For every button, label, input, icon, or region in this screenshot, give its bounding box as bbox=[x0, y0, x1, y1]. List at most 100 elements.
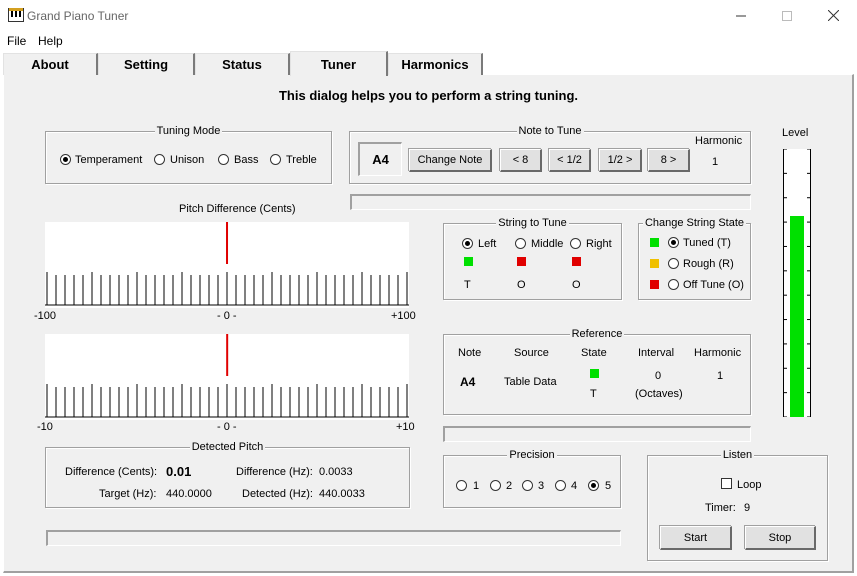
tab-status[interactable]: Status bbox=[195, 53, 290, 75]
timer-value: 9 bbox=[744, 502, 751, 514]
reference-label: Reference bbox=[569, 328, 625, 340]
tab-tuner[interactable]: Tuner bbox=[290, 51, 388, 76]
fine-pitch-meter bbox=[45, 334, 409, 420]
radio-bass[interactable] bbox=[218, 154, 229, 165]
detected-hz-label: Detected (Hz): bbox=[242, 488, 313, 500]
tab-harmonics[interactable]: Harmonics bbox=[388, 53, 483, 75]
rough-color-indicator bbox=[650, 259, 659, 268]
radio-precision-4[interactable] bbox=[555, 480, 566, 491]
note-progress-bar bbox=[350, 194, 751, 210]
reference-harmonic-value: 1 bbox=[717, 370, 724, 382]
radio-left-string[interactable] bbox=[462, 238, 473, 249]
radio-precision-3[interactable] bbox=[522, 480, 533, 491]
middle-string-state: O bbox=[517, 279, 526, 291]
precision-2-label: 2 bbox=[506, 480, 513, 492]
timer-label: Timer: bbox=[705, 502, 736, 514]
reference-note-value: A4 bbox=[460, 375, 476, 389]
menu-bar bbox=[0, 31, 857, 51]
precision-5-label: 5 bbox=[605, 480, 612, 492]
radio-tuned[interactable] bbox=[668, 237, 679, 248]
minimize-button[interactable] bbox=[718, 0, 764, 31]
middle-string-status-indicator bbox=[517, 257, 526, 266]
change-string-state-label: Change String State bbox=[642, 217, 747, 229]
piano-icon bbox=[8, 8, 24, 22]
fine-min-label: -10 bbox=[37, 421, 53, 433]
loop-checkbox[interactable] bbox=[721, 478, 732, 489]
tuning-mode-group: Tuning Mode Temperament Unison Bass Treb… bbox=[45, 125, 332, 184]
difference-hz-value: 0.0033 bbox=[319, 466, 353, 478]
difference-hz-label: Difference (Hz): bbox=[236, 466, 313, 478]
radio-precision-1[interactable] bbox=[456, 480, 467, 491]
change-note-button[interactable]: Change Note bbox=[409, 149, 492, 172]
radio-treble[interactable] bbox=[270, 154, 281, 165]
dialog-heading: This dialog helps you to perform a strin… bbox=[278, 88, 578, 103]
fine-mid-label: - 0 - bbox=[217, 421, 237, 433]
reference-source-value: Table Data bbox=[504, 376, 557, 388]
tuning-mode-label: Tuning Mode bbox=[154, 125, 223, 137]
temperament-label: Temperament bbox=[75, 154, 143, 166]
tab-about[interactable]: About bbox=[3, 53, 98, 75]
radio-rough[interactable] bbox=[668, 258, 679, 269]
reference-note-header: Note bbox=[458, 347, 482, 359]
precision-group: Precision 1 2 3 4 5 bbox=[443, 449, 621, 508]
string-to-tune-group: String to Tune Left Middle Right T O O bbox=[443, 217, 622, 300]
unison-label: Unison bbox=[170, 154, 205, 166]
treble-label: Treble bbox=[286, 154, 317, 166]
note-to-tune-group: Note to Tune A4 Change Note < 8 < 1/2 1/… bbox=[349, 125, 751, 184]
fine-max-label: +10 bbox=[396, 421, 415, 433]
rough-label: Rough (R) bbox=[683, 258, 734, 270]
radio-unison[interactable] bbox=[154, 154, 165, 165]
window-title: Grand Piano Tuner bbox=[27, 9, 129, 23]
maximize-icon bbox=[782, 10, 792, 21]
reference-group: Reference Note Source State Interval Har… bbox=[443, 328, 751, 415]
difference-cents-label: Difference (Cents): bbox=[65, 466, 158, 478]
tab-setting[interactable]: Setting bbox=[98, 53, 195, 75]
close-button[interactable] bbox=[810, 0, 856, 31]
detected-hz-value: 440.0033 bbox=[319, 488, 365, 500]
precision-1-label: 1 bbox=[473, 480, 480, 492]
reference-source-header: Source bbox=[514, 347, 549, 359]
radio-middle-string[interactable] bbox=[515, 238, 526, 249]
coarse-min-label: -100 bbox=[34, 310, 57, 322]
coarse-max-label: +100 bbox=[391, 310, 416, 322]
radio-off-tune[interactable] bbox=[668, 279, 679, 290]
close-icon bbox=[827, 10, 839, 21]
middle-string-label: Middle bbox=[531, 238, 564, 250]
status-progress-bar bbox=[46, 530, 621, 546]
current-note-display: A4 bbox=[358, 142, 402, 176]
string-to-tune-label: String to Tune bbox=[496, 217, 569, 229]
left-string-label: Left bbox=[478, 238, 497, 250]
precision-3-label: 3 bbox=[538, 480, 545, 492]
next-octave-button[interactable]: 8 > bbox=[648, 149, 690, 172]
precision-label: Precision bbox=[507, 449, 557, 461]
prev-octave-button[interactable]: < 8 bbox=[500, 149, 542, 172]
start-button[interactable]: Start bbox=[660, 526, 732, 550]
maximize-button[interactable] bbox=[764, 0, 810, 31]
reference-interval-value: 0 bbox=[655, 370, 662, 382]
radio-precision-5[interactable] bbox=[588, 480, 599, 491]
menu-file[interactable]: File bbox=[7, 34, 26, 48]
radio-right-string[interactable] bbox=[570, 238, 581, 249]
right-string-status-indicator bbox=[572, 257, 581, 266]
bass-label: Bass bbox=[234, 154, 259, 166]
prev-half-button[interactable]: < 1/2 bbox=[549, 149, 591, 172]
detected-pitch-label: Detected Pitch bbox=[189, 441, 266, 453]
menu-help[interactable]: Help bbox=[38, 34, 63, 48]
target-hz-label: Target (Hz): bbox=[99, 488, 157, 500]
radio-temperament[interactable] bbox=[60, 154, 71, 165]
pitch-difference-title: Pitch Difference (Cents) bbox=[179, 203, 296, 215]
next-half-button[interactable]: 1/2 > bbox=[599, 149, 642, 172]
tuned-color-indicator bbox=[650, 238, 659, 247]
reference-state-indicator bbox=[590, 369, 599, 378]
radio-precision-2[interactable] bbox=[490, 480, 501, 491]
note-to-tune-label: Note to Tune bbox=[516, 125, 584, 137]
left-string-status-indicator bbox=[464, 257, 473, 266]
reference-interval-header: Interval bbox=[638, 347, 675, 359]
level-label: Level bbox=[782, 127, 809, 139]
stop-button[interactable]: Stop bbox=[745, 526, 816, 550]
harmonic-value: 1 bbox=[712, 156, 719, 168]
reference-state-header: State bbox=[581, 347, 607, 359]
difference-cents-value: 0.01 bbox=[166, 464, 192, 479]
minimize-icon bbox=[736, 15, 746, 16]
coarse-mid-label: - 0 - bbox=[217, 310, 237, 322]
